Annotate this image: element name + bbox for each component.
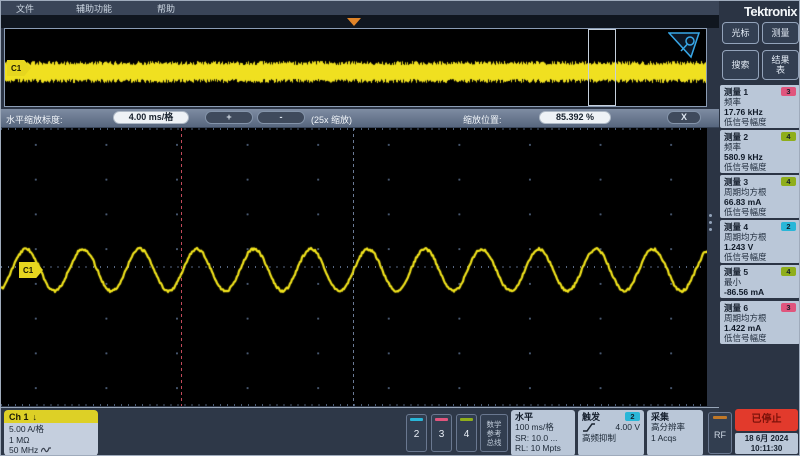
channel-4-button[interactable]: 4 [456, 414, 477, 452]
measurement-badge-3[interactable]: 测量 3 4 周期均方根 66.83 mA 低信号幅度 [720, 175, 800, 218]
measurement-warning: 低信号幅度 [724, 333, 796, 343]
acquisition-count: 1 Acqs [651, 433, 699, 444]
sample-rate: SR: 10.0 ... [515, 433, 571, 444]
bottom-bar: Ch 1 ↓ 5.00 A/格 1 MΩ 50 MHz 2 3 4 [1, 407, 719, 456]
menu-utility[interactable]: 辅助功能 [76, 2, 112, 15]
measurement-value: 1.243 V [724, 242, 796, 252]
source-badge: 3 [781, 303, 796, 312]
measurement-type: 最小 [724, 277, 796, 287]
measurement-type: 周期均方根 [724, 313, 796, 323]
trigger-position-icon[interactable] [347, 18, 361, 26]
brand-logo: Tektronix [744, 4, 797, 19]
measurement-type: 频率 [724, 142, 796, 152]
zoom-scale-value[interactable]: 4.00 ms/格 [113, 111, 189, 124]
channel-impedance: 1 MΩ [9, 435, 93, 446]
zoom-flag-icon[interactable] [668, 32, 700, 59]
oscilloscope-screen: 文件 辅助功能 帮助 C1 水平缩放标度: 4.00 ms/格 + - (25x… [0, 0, 800, 456]
channel-2-color-line [410, 418, 423, 421]
zoom-window-box[interactable] [588, 29, 616, 106]
source-badge: 4 [781, 132, 796, 141]
measurement-badge-4[interactable]: 测量 4 2 周期均方根 1.243 V 低信号幅度 [720, 220, 800, 263]
record-length: RL: 10 Mpts [515, 443, 571, 454]
measurement-title: 测量 6 [724, 302, 748, 314]
channel-3-color-line [435, 418, 448, 421]
rf-color-line [713, 416, 727, 419]
rising-edge-icon [582, 422, 596, 432]
acquisition-mode: 高分辨率 [651, 422, 699, 433]
channel-2-button[interactable]: 2 [406, 414, 427, 452]
measurement-type: 周期均方根 [724, 187, 796, 197]
measurement-title: 测量 4 [724, 221, 748, 233]
measurement-badge-6[interactable]: 测量 6 3 周期均方根 1.422 mA 低信号幅度 [720, 301, 800, 344]
search-button[interactable]: 搜索 [722, 50, 759, 80]
horizontal-panel[interactable]: 水平 100 ms/格 SR: 10.0 ... RL: 10 Mpts [511, 410, 575, 456]
trigger-panel[interactable]: 触发 2 4.00 V 高频抑制 [578, 410, 644, 456]
trigger-level: 4.00 V [615, 422, 640, 433]
measurement-badge-1[interactable]: 测量 1 3 频率 17.76 kHz 低信号幅度 [720, 85, 800, 128]
measurement-warning: 低信号幅度 [724, 207, 796, 217]
panel-drag-handle[interactable] [709, 214, 712, 231]
measurement-value: 17.76 kHz [724, 107, 796, 117]
rf-button[interactable]: RF [708, 412, 732, 454]
measurement-title: 测量 5 [724, 266, 748, 278]
measurement-badge-5[interactable]: 测量 5 4 最小 -86.56 mA [720, 265, 800, 298]
measurement-value: 66.83 mA [724, 197, 796, 207]
measurement-value: 1.422 mA [724, 323, 796, 333]
source-badge: 4 [781, 177, 796, 186]
zoom-scale-label: 水平缩放标度: [6, 113, 63, 126]
measurement-warning: 低信号幅度 [724, 162, 796, 172]
measurement-badge-2[interactable]: 测量 2 4 频率 580.9 kHz 低信号幅度 [720, 130, 800, 173]
measurement-warning: 低信号幅度 [724, 252, 796, 262]
results-table-button[interactable]: 结果表 [762, 50, 799, 80]
measurement-value: -86.56 mA [724, 287, 796, 297]
menu-file[interactable]: 文件 [16, 2, 34, 15]
zoom-close-button[interactable]: X [667, 111, 701, 124]
trigger-source-badge: 2 [625, 412, 640, 421]
sidebar: Tektronix 光标 测量 搜索 结果表 测量 1 3 频率 17.76 kH… [719, 1, 800, 456]
datetime-display: 18 6月 2024 10:11:30 [735, 433, 798, 454]
source-badge: 4 [781, 267, 796, 276]
overview-waveform-area[interactable]: C1 [4, 28, 707, 107]
channel-4-color-line [460, 418, 473, 421]
zoom-position-label: 缩放位置: [463, 113, 502, 126]
measurement-title: 测量 3 [724, 176, 748, 188]
channel-scale: 5.00 A/格 [9, 424, 93, 435]
measure-button[interactable]: 测量 [762, 22, 799, 44]
menu-bar: 文件 辅助功能 帮助 [1, 1, 719, 15]
measurement-title: 测量 1 [724, 86, 748, 98]
zoom-in-button[interactable]: + [205, 111, 253, 124]
zoom-control-bar: 水平缩放标度: 4.00 ms/格 + - (25x 缩放) 缩放位置: 85.… [1, 109, 719, 128]
measurement-value: 580.9 kHz [724, 152, 796, 162]
zoom-position-value[interactable]: 85.392 % [539, 111, 611, 124]
source-badge: 2 [781, 222, 796, 231]
math-ref-bus-button[interactable]: 数学 参考 总线 [480, 414, 508, 452]
channel-1-badge[interactable]: Ch 1 ↓ 5.00 A/格 1 MΩ 50 MHz [4, 410, 98, 456]
bandwidth-limit-icon [41, 446, 51, 454]
source-badge: 3 [781, 87, 796, 96]
trigger-mode: 高频抑制 [582, 433, 640, 444]
measurement-type: 周期均方根 [724, 232, 796, 242]
horizontal-scale: 100 ms/格 [515, 422, 571, 433]
channel-arrow-icon: ↓ [33, 412, 38, 422]
measurement-title: 测量 2 [724, 131, 748, 143]
zoom-factor-label: (25x 缩放) [311, 113, 352, 126]
channel-bandwidth: 50 MHz [9, 445, 38, 456]
main-waveform-canvas [1, 128, 707, 406]
menu-help[interactable]: 帮助 [157, 2, 175, 15]
run-stop-status-button[interactable]: 已停止 [735, 409, 798, 431]
cursors-button[interactable]: 光标 [722, 22, 759, 44]
time-text: 10:11:30 [735, 444, 798, 454]
channel-name: Ch 1 [9, 412, 29, 422]
zoom-out-button[interactable]: - [257, 111, 305, 124]
measurement-type: 频率 [724, 97, 796, 107]
acquisition-panel[interactable]: 采集 高分辨率 1 Acqs [647, 410, 703, 456]
date-text: 18 6月 2024 [735, 434, 798, 444]
channel-3-button[interactable]: 3 [431, 414, 452, 452]
main-graticule[interactable]: C1 [1, 128, 707, 406]
measurement-warning: 低信号幅度 [724, 117, 796, 127]
